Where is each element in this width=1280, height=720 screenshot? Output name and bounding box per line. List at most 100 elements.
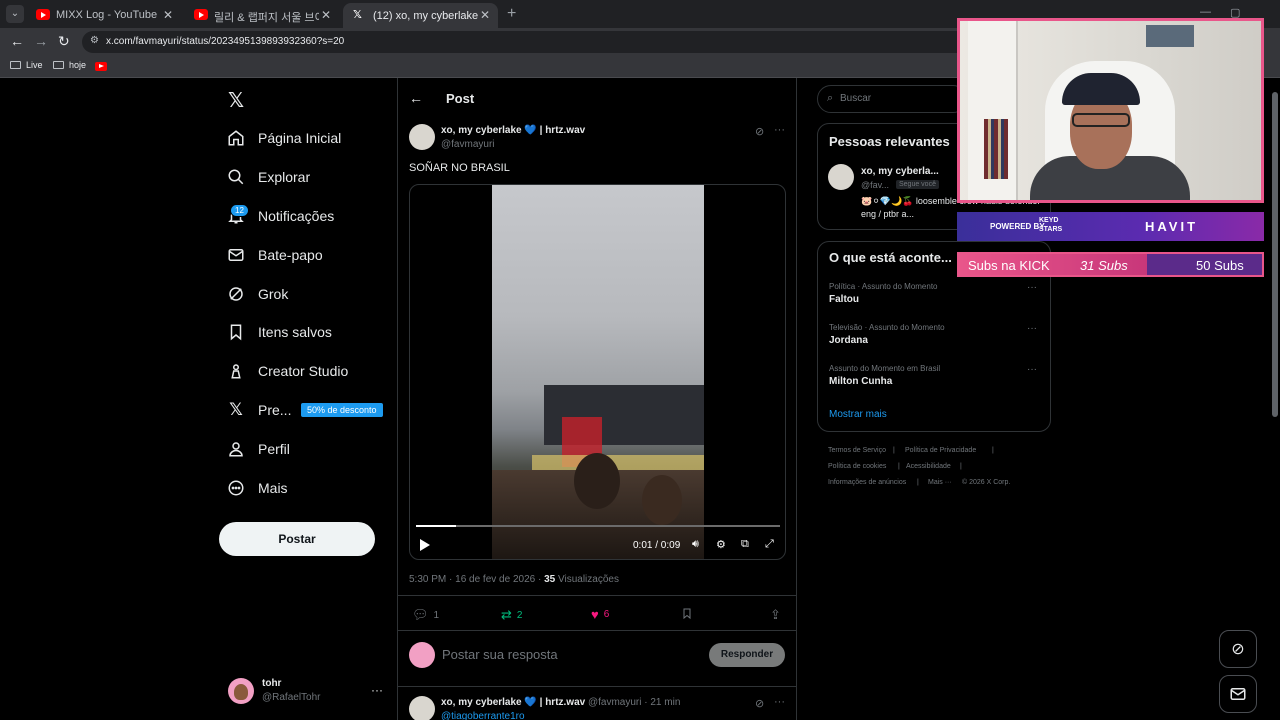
home-icon: [226, 128, 246, 148]
account-name[interactable]: tohr: [262, 678, 281, 689]
like-action[interactable]: ♥ 6: [591, 607, 609, 622]
tab-search-button[interactable]: ⌄: [6, 5, 24, 23]
video-player[interactable]: 0:01 / 0:09 🔊︎ ⚙ ⧉ ⤢: [409, 184, 786, 560]
more-options-icon[interactable]: ···: [774, 696, 785, 708]
more-options-icon[interactable]: ···: [1027, 323, 1037, 334]
bookmark-action[interactable]: [681, 607, 698, 623]
footer-link[interactable]: Acessibilidade: [906, 463, 951, 470]
reply-button[interactable]: Responder: [709, 643, 785, 667]
subs-goal: 50 Subs: [1196, 258, 1244, 273]
show-more-link[interactable]: Mostrar mais: [829, 409, 887, 420]
post-timestamp[interactable]: 5:30 PM · 16 de fev de 2026 ·: [409, 574, 544, 585]
post-button[interactable]: Postar: [219, 522, 375, 556]
account-menu-icon[interactable]: ···: [371, 683, 383, 697]
nav-chat[interactable]: Bate-papo: [226, 241, 323, 269]
person-icon: [226, 439, 246, 459]
reply-author-handle: @favmayuri · 21 min: [587, 697, 681, 708]
trend-name[interactable]: Milton Cunha: [829, 376, 892, 387]
grok-icon[interactable]: ⊘: [755, 125, 764, 138]
forward-icon[interactable]: →: [34, 33, 48, 49]
close-icon[interactable]: ✕: [480, 8, 490, 22]
nav-explore[interactable]: Explorar: [226, 163, 310, 191]
footer-link[interactable]: Política de Privacidade: [905, 447, 976, 454]
youtube-icon[interactable]: [95, 62, 107, 71]
nav-premium[interactable]: 𝕏 Pre...: [226, 396, 291, 424]
footer-link[interactable]: Mais ···: [928, 479, 952, 486]
account-handle[interactable]: @RafaelTohr: [262, 692, 321, 703]
nav-home[interactable]: Página Inicial: [226, 124, 341, 152]
grok-fab[interactable]: ⊘: [1219, 630, 1257, 668]
nav-more[interactable]: Mais: [226, 474, 288, 502]
tab-2[interactable]: 릴리 & 랩퍼지 서울 브이로그... ✕: [184, 3, 339, 28]
avatar[interactable]: [409, 696, 435, 720]
messages-fab[interactable]: [1219, 675, 1257, 713]
trend-name[interactable]: Faltou: [829, 294, 859, 305]
nav-profile[interactable]: Perfil: [226, 435, 290, 463]
reload-icon[interactable]: ↻: [58, 33, 70, 50]
webcam-poster: [1146, 25, 1194, 47]
reply-input[interactable]: Postar sua resposta: [442, 647, 558, 662]
address-bar[interactable]: ⚙ x.com/favmayuri/status/202349513989393…: [82, 31, 982, 53]
more-options-icon[interactable]: ···: [1027, 282, 1037, 293]
volume-icon[interactable]: 🔊︎: [692, 538, 699, 551]
trend-category: Política · Assunto do Momento: [829, 282, 938, 291]
grok-icon[interactable]: ⊘: [755, 697, 764, 710]
keyd-stars-logo: KEYD STARS: [1039, 217, 1063, 233]
nav-label: Página Inicial: [258, 130, 342, 146]
back-icon[interactable]: ←: [10, 33, 24, 49]
tab-1[interactable]: MIXX Log - YouTube ✕: [26, 3, 181, 28]
more-options-icon[interactable]: ···: [1027, 364, 1037, 375]
repost-action[interactable]: ⇄ 2: [501, 607, 522, 623]
relevant-handle[interactable]: @fav...: [861, 180, 889, 190]
close-icon[interactable]: ✕: [321, 8, 331, 22]
play-icon[interactable]: [420, 539, 430, 551]
search-input[interactable]: ⌕ Buscar: [817, 85, 967, 113]
avatar[interactable]: [828, 164, 854, 190]
fullscreen-icon[interactable]: ⤢: [765, 538, 774, 551]
bookmark-label: Live: [26, 60, 43, 70]
repost-count: 2: [516, 609, 523, 621]
back-arrow-icon[interactable]: ←: [409, 90, 423, 106]
new-tab-button[interactable]: +: [507, 5, 516, 23]
relevant-name[interactable]: xo, my cyberla...: [861, 166, 939, 177]
share-icon: ⇪: [770, 607, 781, 622]
tab-3-active[interactable]: 𝕏 (12) xo, my cyberlake 💙 | hrtz.wav ✕: [343, 3, 498, 28]
video-progress-bar[interactable]: [416, 525, 780, 527]
bookmark-live[interactable]: Live: [10, 60, 43, 70]
divider: [397, 686, 797, 687]
nav-label: Notificações: [258, 208, 335, 224]
minimize-icon[interactable]: —: [1200, 6, 1211, 18]
share-action[interactable]: ⇪: [770, 607, 786, 623]
premium-discount-badge[interactable]: 50% de desconto: [301, 403, 383, 417]
heart-icon: ♥: [591, 607, 599, 622]
author-name[interactable]: xo, my cyberlake 💙 | hrtz.wav: [441, 125, 585, 136]
nav-grok[interactable]: Grok: [226, 280, 288, 308]
reply-mention[interactable]: @tiagoberrante1ro: [441, 711, 525, 720]
trend-name[interactable]: Jordana: [829, 335, 868, 346]
reply-author[interactable]: xo, my cyberlake 💙 | hrtz.wav @favmayuri…: [441, 697, 680, 708]
reply-action[interactable]: 💬︎ 1: [412, 607, 439, 623]
settings-icon[interactable]: ⚙: [716, 538, 726, 551]
avatar[interactable]: [228, 678, 254, 704]
follows-you-badge: Segue você: [896, 180, 939, 189]
footer-link[interactable]: Política de cookies: [828, 463, 886, 470]
author-handle[interactable]: @favmayuri: [441, 139, 495, 150]
search-placeholder: Buscar: [840, 93, 872, 104]
bookmark-icon: [681, 607, 693, 623]
nav-bookmarks[interactable]: Itens salvos: [226, 318, 332, 346]
site-info-icon[interactable]: ⚙: [90, 35, 99, 46]
footer-link[interactable]: Termos de Serviço: [828, 447, 886, 454]
card-title: Pessoas relevantes: [829, 134, 950, 149]
x-logo-icon[interactable]: 𝕏: [228, 88, 244, 113]
pip-icon[interactable]: ⧉: [741, 538, 749, 551]
nav-creator-studio[interactable]: Creator Studio: [226, 357, 348, 385]
post-text: SOÑAR NO BRASIL: [409, 162, 510, 174]
more-options-icon[interactable]: ···: [774, 124, 785, 136]
close-icon[interactable]: ✕: [163, 8, 173, 22]
bookmark-hoje[interactable]: hoje: [53, 60, 86, 70]
scrollbar-thumb[interactable]: [1272, 92, 1278, 417]
footer-link[interactable]: Informações de anúncios: [828, 479, 906, 486]
url-text[interactable]: x.com/favmayuri/status/20234951398939323…: [106, 36, 344, 47]
webcam-books: [984, 119, 1008, 179]
avatar[interactable]: [409, 124, 435, 150]
